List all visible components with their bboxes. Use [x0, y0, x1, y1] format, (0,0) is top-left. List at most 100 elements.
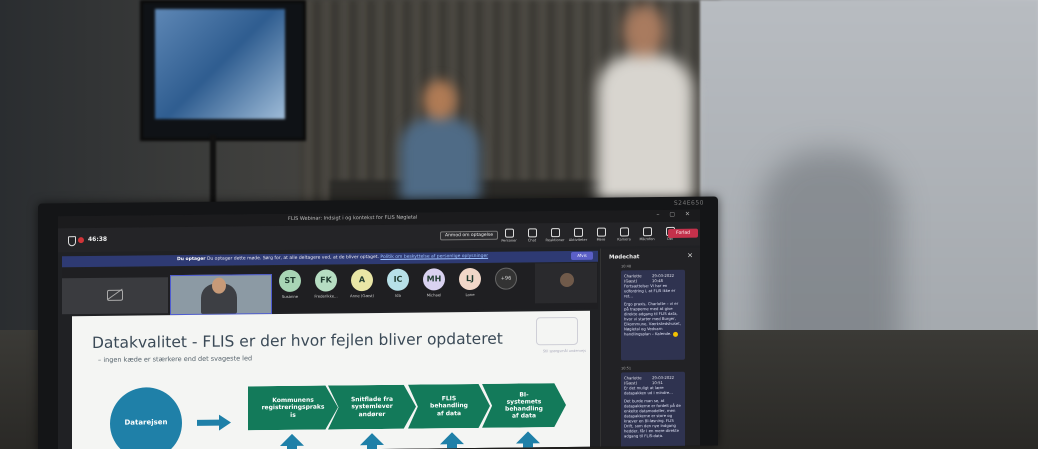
- banner-text: Du optager Du optager dette møde. Sørg f…: [177, 254, 488, 262]
- people-button[interactable]: Personer: [501, 228, 517, 243]
- more-icon: [596, 227, 606, 237]
- reactions-button[interactable]: Reaktioner: [545, 228, 565, 243]
- speaker-video-tile[interactable]: [170, 274, 272, 316]
- process-step: Snitflade fra systemlever andører: [328, 385, 416, 430]
- message-header: Charlotte (Gæst) 29-03-2022 10:48: [624, 273, 682, 284]
- mic-icon: [642, 227, 652, 237]
- right-arrow-icon: [197, 414, 231, 431]
- message-author: Charlotte (Gæst): [624, 375, 642, 386]
- dismiss-button[interactable]: Afvis: [571, 251, 593, 260]
- monitor-model-label: S24E650: [673, 199, 704, 207]
- participant-avatar[interactable]: MH Michael: [420, 268, 448, 297]
- close-icon[interactable]: ✕: [687, 252, 693, 260]
- avatar: [560, 272, 574, 288]
- step-label: Snitflade fra systemlever andører: [350, 396, 394, 418]
- step-label: Kommunens registreringspraks is: [261, 396, 325, 419]
- participant-avatar[interactable]: LJ Lone: [456, 267, 484, 298]
- avatar-circle: MH: [423, 268, 445, 291]
- participant-avatar[interactable]: A Anne (Gæst): [348, 269, 376, 298]
- participant-avatar[interactable]: IC Ida: [384, 268, 412, 298]
- tool-label: Mikrofon: [639, 237, 655, 242]
- window-title: FLIS Webinar: Indsigt i og kontekst for …: [288, 214, 418, 222]
- presenter-body: [597, 55, 693, 205]
- speaker-head: [212, 277, 226, 294]
- chat-message[interactable]: Charlotte (Gæst) 29-03-2022 10:51 Er det …: [621, 371, 685, 449]
- more-participants[interactable]: +96: [492, 267, 520, 297]
- participant-name: Anne (Gæst): [349, 293, 375, 299]
- chat-button[interactable]: Chat: [524, 228, 540, 242]
- participant-name: Michael: [426, 292, 442, 298]
- participant-strip: ST Susanne FK Frederikke... A Anne (Gæst) I…: [62, 262, 598, 316]
- message-time: 10:51: [621, 366, 632, 371]
- up-arrow-icon: [516, 431, 540, 449]
- standing-presenter: [585, 5, 705, 205]
- participant-name: Frederikke...: [314, 293, 338, 299]
- emoji-icon: [672, 331, 678, 337]
- more-button[interactable]: Mere: [593, 227, 609, 242]
- up-arrow-icon: [360, 433, 384, 449]
- datarejsen-circle: Datarejsen: [110, 387, 182, 449]
- chat-panel-title: Mødechat: [609, 254, 640, 261]
- request-recording-button[interactable]: Anmod om optagelse: [440, 230, 499, 241]
- message-body-text: Ergo praxis, Charlotte – vi er på trappe…: [624, 300, 681, 337]
- slide-title: Datakvalitet - FLIS er der hvor fejlen b…: [92, 329, 503, 352]
- step-label: FLIS behandling af data: [430, 395, 468, 417]
- step-label: BI-systemets behandling af data: [505, 391, 543, 420]
- self-view-tile[interactable]: [535, 262, 597, 304]
- rooms-icon: [573, 227, 583, 237]
- window-controls[interactable]: – ▢ ✕: [656, 211, 694, 218]
- message-date: 29-03-2022 10:51: [652, 374, 675, 386]
- shared-slide: Stil spørgsmål undervejs Datakvalitet - …: [72, 310, 590, 449]
- mic-button[interactable]: Mikrofon: [639, 227, 655, 241]
- message-date: 29-03-2022 10:48: [652, 272, 675, 284]
- privacy-link[interactable]: Politik om beskyttelse af personlige opl…: [380, 254, 488, 260]
- more-participants-count: +96: [495, 267, 517, 290]
- rooms-button[interactable]: Aktiviteter: [568, 227, 588, 243]
- avatar-circle: A: [351, 269, 373, 292]
- tool-label: Chat: [527, 238, 537, 243]
- up-arrow-icon: [440, 432, 464, 449]
- participant-name: Susanne: [281, 293, 299, 300]
- camera-off-tile[interactable]: [62, 277, 168, 315]
- participant-avatars: ST Susanne FK Frederikke... A Anne (Gæst) I…: [276, 267, 520, 300]
- chat-icon: [527, 228, 537, 238]
- meeting-timer: 46:38: [88, 235, 108, 244]
- process-step: BI-systemets behandling af data: [482, 383, 566, 428]
- chat-message[interactable]: Charlotte (Gæst) 29-03-2022 10:48 Fortsæt…: [621, 269, 685, 361]
- avatar-circle: LJ: [459, 267, 481, 291]
- message-body: Ergo praxis, Charlotte – vi er på trappe…: [624, 301, 682, 337]
- presenter-body: [400, 118, 480, 203]
- avatar-circle: ST: [279, 269, 301, 293]
- camera-button[interactable]: Kamera: [616, 227, 632, 241]
- tool-label: Personer: [501, 238, 517, 243]
- shield-icon: [68, 236, 76, 247]
- tool-label: Aktiviteter: [568, 237, 588, 243]
- reactions-icon: [550, 228, 560, 238]
- message-header: Charlotte (Gæst) 29-03-2022 10:51: [624, 375, 682, 386]
- chat-bubbles-icon: [536, 316, 578, 346]
- presenter-head: [623, 5, 665, 57]
- slide-subtitle: – ingen kæde er stærkere end det svagest…: [98, 354, 253, 364]
- participant-avatar[interactable]: ST Susanne: [276, 269, 304, 300]
- up-arrow-icon: [280, 433, 304, 449]
- recording-dot-icon: [78, 237, 84, 244]
- monitor: S24E650 FLIS Webinar: Indsigt i og konte…: [38, 196, 718, 449]
- participant-name: Lone: [465, 291, 475, 298]
- process-step: Kommunens registreringspraks is: [248, 385, 338, 430]
- leave-button[interactable]: Forlad: [668, 228, 698, 238]
- toolbar-buttons: Personer Chat Reaktioner Aktiviteter Mer…: [501, 226, 678, 243]
- teams-window: FLIS Webinar: Indsigt i og kontekst for …: [58, 209, 700, 449]
- participant-avatar[interactable]: FK Frederikke...: [312, 269, 340, 299]
- message-body: Det burde man se, at datapakkerne er for…: [624, 398, 681, 439]
- seated-presenter: [395, 80, 485, 203]
- process-step: FLIS behandling af data: [408, 384, 490, 429]
- camera-icon: [619, 227, 629, 237]
- chat-icon-label: Stil spørgsmål undervejs: [542, 348, 586, 354]
- tool-label: Reaktioner: [545, 238, 565, 243]
- wall-tv: [140, 0, 306, 141]
- presenter-head: [423, 80, 457, 120]
- avatar-circle: IC: [387, 268, 409, 291]
- photo-scene: S24E650 FLIS Webinar: Indsigt i og konte…: [0, 0, 1038, 449]
- message-preview: Fortsættelse: Vi har en udfordring i, at…: [624, 282, 676, 299]
- meeting-chat-panel: Mødechat ✕ 10:48 Charlotte (Gæst) 29-03-2…: [600, 247, 700, 449]
